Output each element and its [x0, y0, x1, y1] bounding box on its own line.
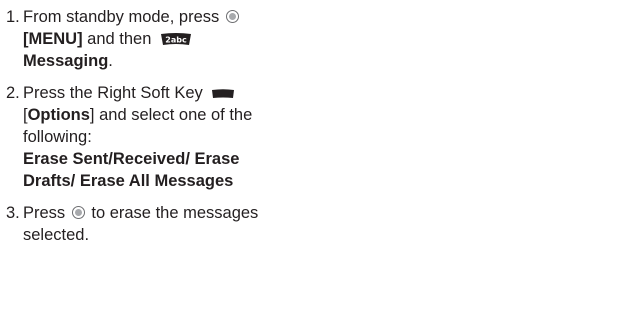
messaging-label: Messaging [23, 52, 109, 70]
options-label: Options [27, 106, 90, 124]
step-1-line-2: and then [82, 30, 152, 48]
erase-options-line-1: Erase Sent/Received/ Erase [23, 150, 240, 168]
step-2: 2. Press the Right Soft Key [Options] an… [6, 82, 336, 192]
step-3-line-1-end: to erase the messages [86, 204, 259, 222]
step-text: Press to erase the messages selected. [23, 202, 336, 246]
step-2-line-3: following: [23, 128, 92, 146]
step-3: 3. Press to erase the messages selected. [6, 202, 336, 246]
right-soft-key-icon [212, 89, 235, 98]
step-2-line-1: Press the Right Soft Key [23, 84, 203, 102]
step-1: 1. From standby mode, press [MENU] and t… [6, 6, 336, 72]
step-1-line-1: From standby mode, press [23, 8, 220, 26]
step-text: Press the Right Soft Key [Options] and s… [23, 82, 336, 192]
key-2-abc-icon: 2abc [160, 33, 191, 45]
erase-options-line-2: Drafts/ Erase All Messages [23, 172, 234, 190]
step-1-period: . [108, 52, 113, 70]
step-number: 3. [6, 204, 20, 222]
step-number: 1. [6, 8, 20, 26]
svg-text:2abc: 2abc [165, 36, 187, 45]
step-3-line-2: selected. [23, 226, 90, 244]
step-2-line-2: ] and select one of the [89, 106, 253, 124]
ok-key-icon [225, 10, 239, 23]
step-3-line-1-start: Press [23, 204, 66, 222]
menu-key-label: [MENU] [23, 30, 83, 48]
ok-key-icon [71, 206, 85, 219]
step-number: 2. [6, 84, 20, 102]
instruction-steps: 1. From standby mode, press [MENU] and t… [6, 6, 336, 256]
step-text: From standby mode, press [MENU] and then… [23, 6, 336, 72]
